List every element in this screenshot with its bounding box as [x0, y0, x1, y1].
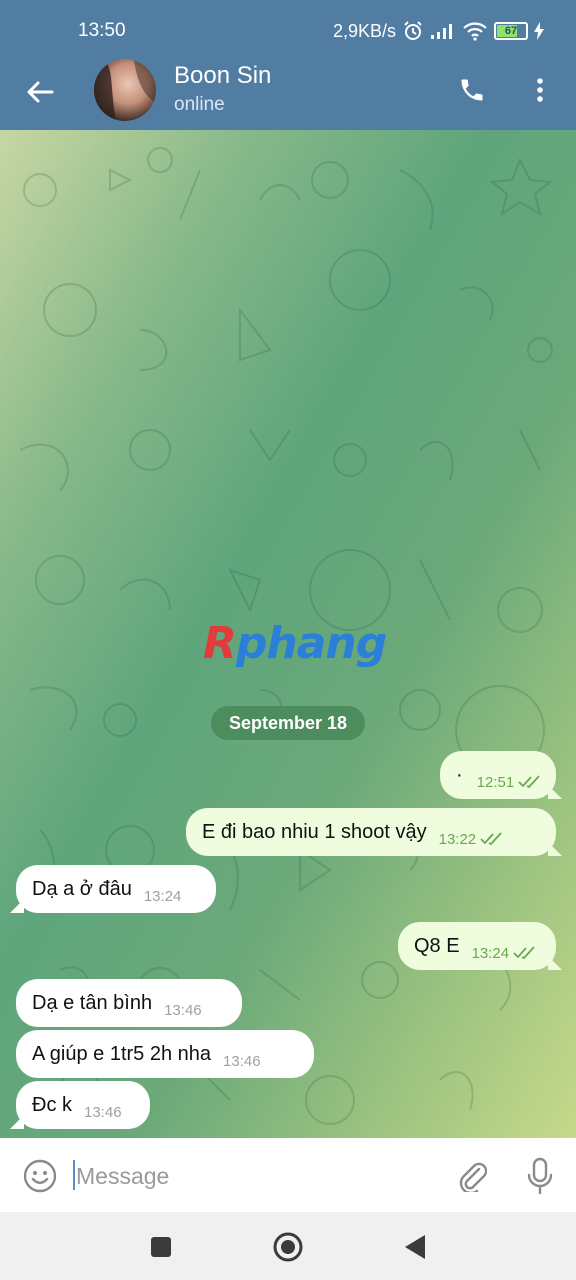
- message-time: 13:24: [471, 944, 510, 962]
- emoji-button[interactable]: [20, 1156, 60, 1196]
- double-check-icon: [518, 775, 540, 789]
- phone-icon: [461, 79, 483, 101]
- message-meta: 13:46: [164, 1002, 202, 1019]
- message-bubble-outgoing[interactable]: E đi bao nhiu 1 shoot vậy 13:22: [186, 808, 556, 856]
- attach-button[interactable]: [452, 1156, 492, 1196]
- smiley-icon: [23, 1159, 57, 1193]
- message-time: 13:46: [84, 1103, 122, 1121]
- message-meta: 13:46: [223, 1053, 261, 1070]
- chat-toolbar: Boon Sin online: [0, 59, 576, 130]
- text-cursor: [73, 1160, 75, 1190]
- chat-area[interactable]: Rphang September 18 · 12:51 E đi bao nhi…: [0, 130, 576, 1138]
- battery-level: 67: [504, 25, 518, 37]
- status-bar: 13:50 2,9KB/s 67: [0, 0, 576, 62]
- home-circle-icon: [273, 1232, 303, 1262]
- double-check-icon: [480, 832, 502, 846]
- home-button[interactable]: [271, 1230, 305, 1264]
- message-composer: [0, 1138, 576, 1212]
- message-bubble-incoming[interactable]: Dạ a ở đâu 13:24: [16, 865, 216, 913]
- contact-status: online: [174, 94, 225, 115]
- signal-icon: [430, 22, 456, 40]
- message-meta: 13:22: [439, 831, 505, 848]
- watermark-first: R: [203, 618, 237, 669]
- status-icons: 2,9KB/s 67: [333, 20, 544, 42]
- watermark-rest: phang: [235, 618, 387, 669]
- voice-message-button[interactable]: [520, 1154, 560, 1198]
- message-text: Dạ e tân bình: [32, 991, 153, 1014]
- message-text: Đc k: [32, 1093, 72, 1116]
- battery-icon: 67: [494, 22, 528, 40]
- message-meta: 13:24: [472, 945, 538, 962]
- contact-avatar[interactable]: [94, 59, 156, 121]
- message-bubble-outgoing[interactable]: · 12:51: [440, 751, 556, 799]
- back-button[interactable]: [18, 70, 62, 114]
- date-separator: September 18: [211, 706, 365, 740]
- message-time: 13:22: [438, 830, 477, 848]
- charging-icon: [534, 22, 544, 40]
- double-check-icon: [513, 946, 535, 960]
- message-bubble-outgoing[interactable]: Q8 E 13:24: [398, 922, 556, 970]
- more-vertical-icon: [537, 78, 543, 102]
- message-text: A giúp e 1tr5 2h nha: [32, 1042, 212, 1065]
- message-bubble-incoming[interactable]: Dạ e tân bình 13:46: [16, 979, 242, 1027]
- back-nav-button[interactable]: [398, 1230, 432, 1264]
- watermark-logo: Rphang: [203, 618, 387, 669]
- more-options-button[interactable]: [524, 70, 556, 110]
- message-time: 13:24: [143, 887, 182, 905]
- recents-button[interactable]: [144, 1230, 178, 1264]
- paperclip-icon: [459, 1162, 487, 1192]
- message-meta: 13:24: [144, 888, 182, 905]
- message-text: Dạ a ở đâu: [32, 877, 132, 900]
- message-meta: 13:46: [84, 1104, 122, 1121]
- microphone-icon: [527, 1157, 553, 1195]
- recents-square-icon: [151, 1237, 171, 1257]
- message-text: ·: [456, 763, 463, 786]
- call-button[interactable]: [452, 70, 492, 110]
- back-triangle-icon: [405, 1235, 425, 1259]
- alarm-icon: [402, 20, 424, 42]
- net-speed: 2,9KB/s: [332, 20, 396, 41]
- message-bubble-incoming[interactable]: A giúp e 1tr5 2h nha 13:46: [16, 1030, 314, 1078]
- message-bubble-incoming[interactable]: Đc k 13:46: [16, 1081, 150, 1129]
- wifi-icon: [462, 21, 488, 41]
- system-navigation-bar: [0, 1212, 576, 1280]
- message-time: 12:51: [476, 773, 515, 791]
- message-text: E đi bao nhiu 1 shoot vậy: [202, 820, 427, 843]
- status-time: 13:50: [78, 20, 126, 41]
- message-meta: 12:51: [477, 774, 543, 791]
- arrow-left-icon: [27, 81, 54, 103]
- app-header: 13:50 2,9KB/s 67 Boon Sin online: [0, 0, 576, 130]
- message-input[interactable]: [76, 1156, 436, 1196]
- message-time: 13:46: [164, 1001, 202, 1019]
- message-text: Q8 E: [414, 934, 460, 957]
- contact-name[interactable]: Boon Sin: [174, 62, 271, 90]
- message-time: 13:46: [223, 1052, 261, 1070]
